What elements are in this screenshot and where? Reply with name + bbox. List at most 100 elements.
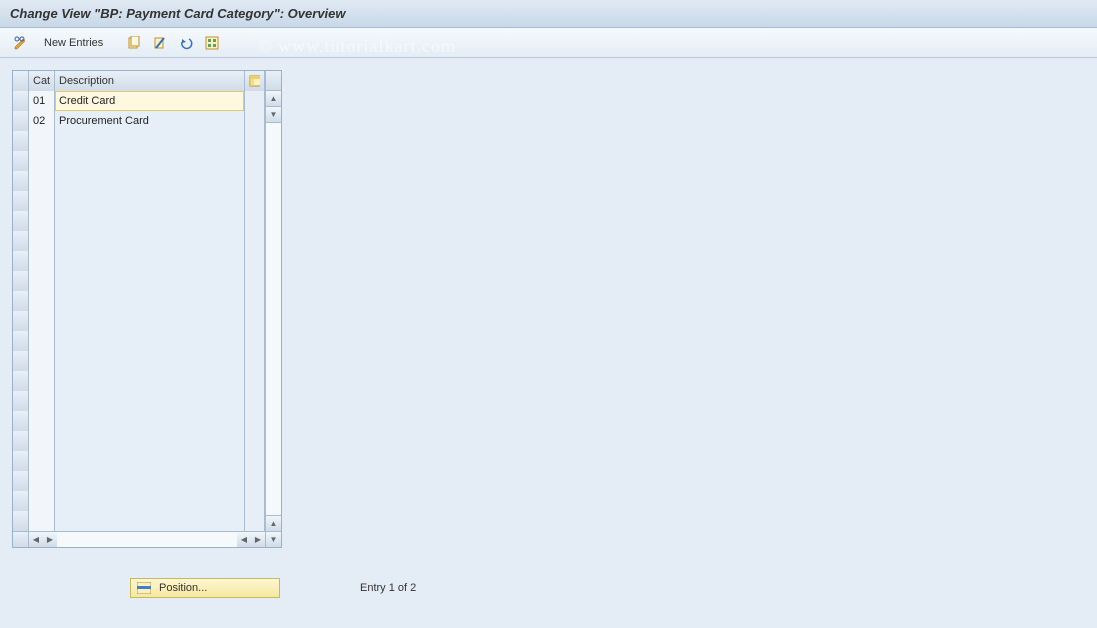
cell-cat[interactable] xyxy=(29,111,55,131)
cell-description[interactable] xyxy=(55,311,245,331)
cell-cat[interactable] xyxy=(29,511,55,531)
position-button[interactable]: Position... xyxy=(130,578,280,598)
table-body xyxy=(13,91,265,531)
page-title: Change View "BP: Payment Card Category":… xyxy=(10,6,346,21)
row-selector[interactable] xyxy=(13,171,29,191)
table-row xyxy=(13,391,265,411)
row-selector[interactable] xyxy=(13,311,29,331)
cell-description[interactable] xyxy=(55,111,245,131)
row-selector[interactable] xyxy=(13,351,29,371)
scroll-up-end-button[interactable]: ▲ xyxy=(266,515,281,531)
cell-description[interactable] xyxy=(55,491,245,511)
cell-cat[interactable] xyxy=(29,371,55,391)
cell-description[interactable] xyxy=(55,231,245,251)
row-selector[interactable] xyxy=(13,231,29,251)
cat-input[interactable] xyxy=(33,115,50,127)
description-input[interactable] xyxy=(59,95,240,107)
cell-description[interactable] xyxy=(55,291,245,311)
cell-description[interactable] xyxy=(55,451,245,471)
cell-description[interactable] xyxy=(55,211,245,231)
scroll-right-end-button[interactable]: ▶ xyxy=(251,532,265,547)
cell-description[interactable] xyxy=(55,191,245,211)
row-selector[interactable] xyxy=(13,391,29,411)
cell-description[interactable] xyxy=(55,471,245,491)
cell-description[interactable] xyxy=(55,391,245,411)
cell-cat[interactable] xyxy=(29,491,55,511)
select-all-button[interactable] xyxy=(201,32,223,54)
table-row xyxy=(13,371,265,391)
scroll-down-end-button[interactable]: ▼ xyxy=(266,531,281,547)
row-selector[interactable] xyxy=(13,271,29,291)
cell-cat[interactable] xyxy=(29,271,55,291)
table-settings-button[interactable] xyxy=(245,71,265,91)
cell-cat[interactable] xyxy=(29,411,55,431)
copy-as-button[interactable] xyxy=(123,32,145,54)
cell-description[interactable] xyxy=(55,431,245,451)
column-header-description[interactable]: Description xyxy=(55,71,245,91)
row-selector[interactable] xyxy=(13,291,29,311)
row-selector-header[interactable] xyxy=(13,71,29,91)
table-row xyxy=(13,251,265,271)
cell-cat[interactable] xyxy=(29,431,55,451)
cell-cat[interactable] xyxy=(29,231,55,251)
scroll-right-button[interactable]: ◀ xyxy=(237,532,251,547)
row-selector[interactable] xyxy=(13,191,29,211)
cell-cat[interactable] xyxy=(29,251,55,271)
cell-cat[interactable] xyxy=(29,171,55,191)
row-selector[interactable] xyxy=(13,411,29,431)
new-entries-button[interactable]: New Entries xyxy=(36,34,111,52)
cell-cat[interactable] xyxy=(29,311,55,331)
cell-description[interactable] xyxy=(55,171,245,191)
delete-button[interactable] xyxy=(149,32,171,54)
cell-cat[interactable] xyxy=(29,331,55,351)
cat-input[interactable] xyxy=(33,95,50,107)
cell-cat[interactable] xyxy=(29,91,55,111)
cell-cat[interactable] xyxy=(29,451,55,471)
description-input[interactable] xyxy=(59,115,240,127)
scroll-down-button[interactable]: ▼ xyxy=(266,107,281,123)
cell-description[interactable] xyxy=(55,271,245,291)
cell-cat[interactable] xyxy=(29,191,55,211)
column-header-cat[interactable]: Cat xyxy=(29,71,55,91)
position-button-label: Position... xyxy=(159,582,207,594)
toggle-change-button[interactable] xyxy=(10,32,32,54)
row-selector[interactable] xyxy=(13,91,29,111)
row-selector[interactable] xyxy=(13,431,29,451)
row-selector[interactable] xyxy=(13,151,29,171)
scroll-left-button[interactable]: ▶ xyxy=(43,532,57,547)
undo-button[interactable] xyxy=(175,32,197,54)
cell-description[interactable] xyxy=(55,251,245,271)
cell-cat[interactable] xyxy=(29,471,55,491)
position-icon xyxy=(137,582,151,594)
row-selector[interactable] xyxy=(13,251,29,271)
row-selector[interactable] xyxy=(13,111,29,131)
cell-cat[interactable] xyxy=(29,391,55,411)
cell-cat[interactable] xyxy=(29,211,55,231)
row-selector[interactable] xyxy=(13,451,29,471)
row-selector[interactable] xyxy=(13,511,29,531)
vscroll-track[interactable] xyxy=(266,123,281,515)
row-selector[interactable] xyxy=(13,371,29,391)
cell-description[interactable] xyxy=(55,351,245,371)
cell-description[interactable] xyxy=(55,91,245,111)
cell-description[interactable] xyxy=(55,371,245,391)
row-selector[interactable] xyxy=(13,211,29,231)
cell-description[interactable] xyxy=(55,331,245,351)
cell-description[interactable] xyxy=(55,131,245,151)
cell-description[interactable] xyxy=(55,411,245,431)
scroll-up-button[interactable]: ▲ xyxy=(266,91,281,107)
cell-cat[interactable] xyxy=(29,351,55,371)
cell-description[interactable] xyxy=(55,151,245,171)
hscroll-track[interactable] xyxy=(57,532,237,547)
row-selector[interactable] xyxy=(13,331,29,351)
cell-cat[interactable] xyxy=(29,291,55,311)
entry-count-text: Entry 1 of 2 xyxy=(360,582,416,594)
scroll-left-start-button[interactable]: ◀ xyxy=(29,532,43,547)
row-selector[interactable] xyxy=(13,491,29,511)
row-selector[interactable] xyxy=(13,131,29,151)
row-selector[interactable] xyxy=(13,471,29,491)
cell-description[interactable] xyxy=(55,511,245,531)
cell-cat[interactable] xyxy=(29,131,55,151)
cell-cat[interactable] xyxy=(29,151,55,171)
title-bar: Change View "BP: Payment Card Category":… xyxy=(0,0,1097,28)
